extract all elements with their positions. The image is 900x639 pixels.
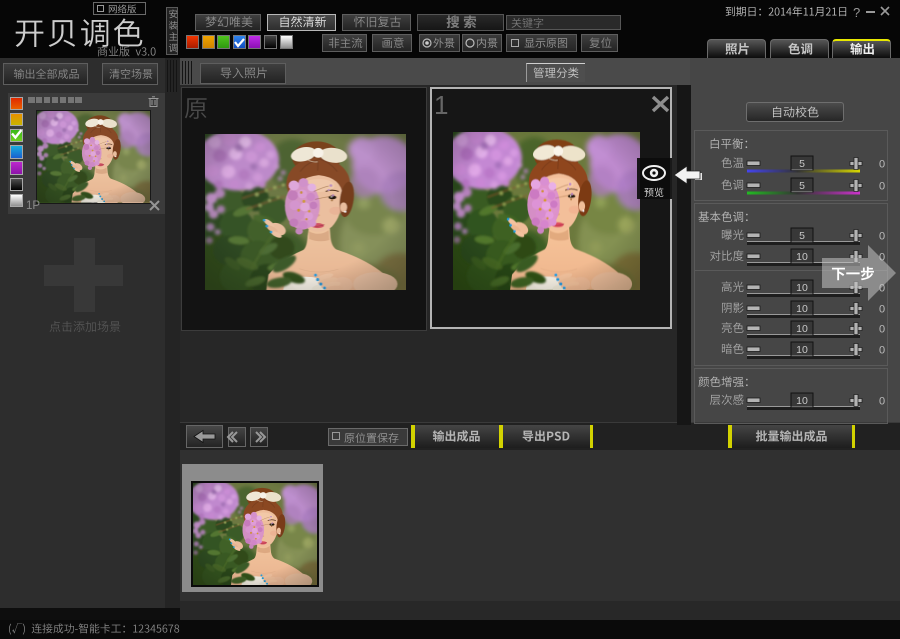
svg-text:1P: 1P — [26, 200, 40, 212]
svg-text:0: 0 — [879, 231, 885, 243]
svg-text:0: 0 — [879, 304, 885, 316]
svg-text:5: 5 — [799, 230, 805, 242]
svg-text:10: 10 — [796, 344, 808, 356]
svg-text:10: 10 — [796, 395, 808, 407]
svg-text:5: 5 — [799, 180, 805, 192]
svg-text:10: 10 — [796, 303, 808, 315]
svg-text:?: ? — [853, 5, 860, 20]
svg-text:0: 0 — [879, 159, 885, 171]
svg-text:10: 10 — [796, 323, 808, 335]
svg-text:0: 0 — [879, 345, 885, 357]
svg-text:1: 1 — [434, 90, 448, 120]
svg-text:0: 0 — [879, 396, 885, 408]
svg-text:5: 5 — [799, 158, 805, 170]
svg-text:0: 0 — [879, 324, 885, 336]
svg-text:10: 10 — [796, 282, 808, 294]
svg-text:10: 10 — [796, 251, 808, 263]
svg-text:0: 0 — [879, 181, 885, 193]
